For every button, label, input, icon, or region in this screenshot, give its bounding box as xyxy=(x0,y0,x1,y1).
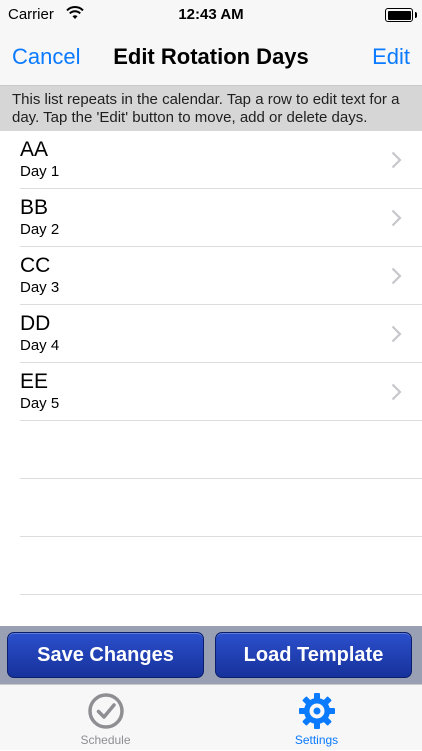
edit-button[interactable]: Edit xyxy=(372,44,410,70)
list-item[interactable]: EE Day 5 xyxy=(20,363,422,421)
list-item[interactable]: CC Day 3 xyxy=(20,247,422,305)
row-title: BB xyxy=(20,196,49,219)
chevron-right-icon xyxy=(391,267,402,290)
list-item[interactable]: DD Day 4 xyxy=(20,305,422,363)
instructions-banner: This list repeats in the calendar. Tap a… xyxy=(0,86,422,131)
chevron-right-icon xyxy=(391,209,402,232)
chevron-right-icon xyxy=(391,383,402,406)
row-subtitle: Day 1 xyxy=(20,163,60,180)
status-time: 12:43 AM xyxy=(178,6,244,23)
load-template-button[interactable]: Load Template xyxy=(215,632,412,678)
list-item[interactable]: BB Day 2 xyxy=(20,189,422,247)
tab-bar: Schedule Settings xyxy=(0,684,422,750)
empty-row xyxy=(20,479,422,537)
empty-row xyxy=(20,421,422,479)
rotation-days-list: AA Day 1 BB Day 2 CC Day 3 DD Day 4 EE D… xyxy=(0,131,422,595)
tab-label: Settings xyxy=(294,733,339,747)
gear-icon xyxy=(211,691,422,731)
tab-label: Schedule xyxy=(80,733,131,747)
battery-icon xyxy=(385,8,417,22)
tab-settings[interactable]: Settings xyxy=(211,685,422,751)
page-title: Edit Rotation Days xyxy=(113,44,309,69)
action-button-bar: Save Changes Load Template xyxy=(0,626,422,684)
navigation-bar: Cancel Edit Rotation Days Edit xyxy=(0,30,422,86)
row-subtitle: Day 4 xyxy=(20,337,60,354)
chevron-right-icon xyxy=(391,325,402,348)
row-subtitle: Day 2 xyxy=(20,221,60,238)
row-title: CC xyxy=(20,254,51,277)
clock-check-icon xyxy=(0,691,211,731)
row-subtitle: Day 5 xyxy=(20,395,60,412)
chevron-right-icon xyxy=(391,151,402,174)
row-title: DD xyxy=(20,312,51,335)
row-title: AA xyxy=(20,138,49,161)
empty-row xyxy=(20,537,422,595)
list-item[interactable]: AA Day 1 xyxy=(20,131,422,189)
save-changes-button[interactable]: Save Changes xyxy=(7,632,204,678)
row-subtitle: Day 3 xyxy=(20,279,60,296)
row-title: EE xyxy=(20,370,49,393)
status-bar: Carrier 12:43 AM xyxy=(0,0,422,30)
tab-schedule[interactable]: Schedule xyxy=(0,685,211,751)
